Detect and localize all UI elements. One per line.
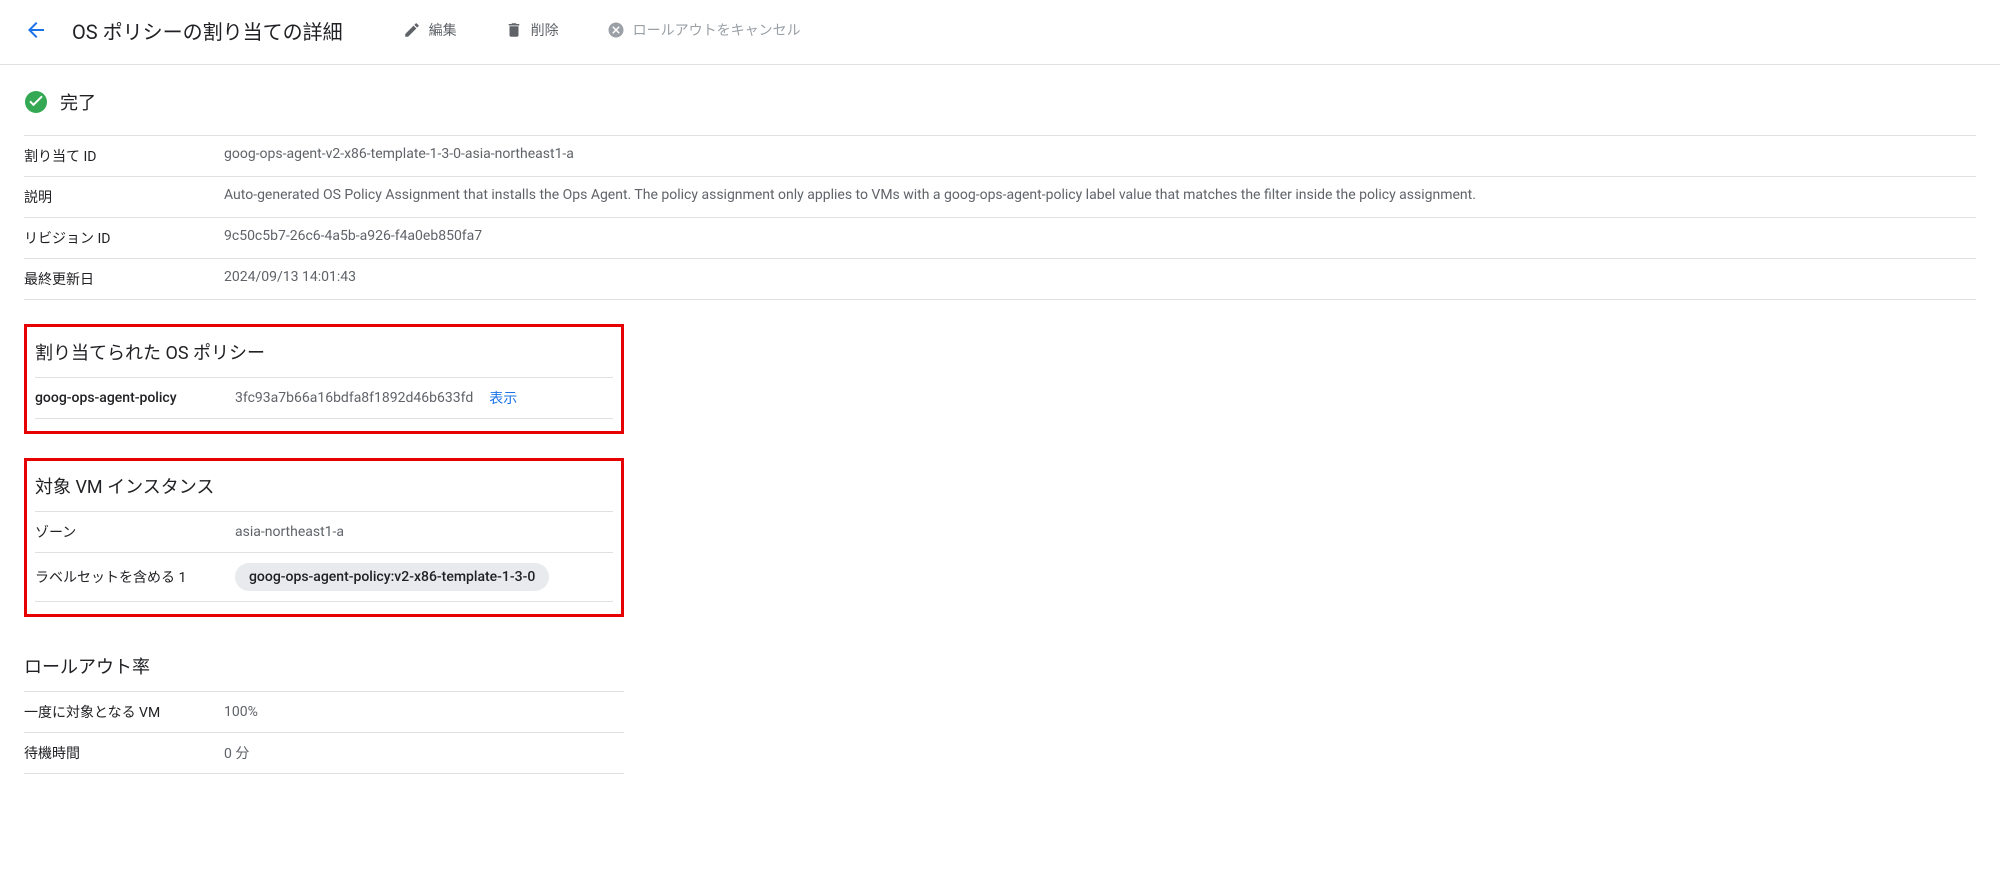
delete-label: 削除: [531, 20, 559, 40]
description-row: 説明 Auto-generated OS Policy Assignment t…: [24, 177, 1976, 218]
rollout-title: ロールアウト率: [24, 645, 624, 679]
revision-id-value: 9c50c5b7-26c6-4a5b-a926-f4a0eb850fa7: [224, 218, 1976, 259]
back-arrow-icon: [24, 18, 48, 42]
policy-row: goog-ops-agent-policy 3fc93a7b66a16bdfa8…: [35, 377, 613, 419]
revision-id-label: リビジョン ID: [24, 218, 224, 259]
edit-label: 編集: [429, 20, 457, 40]
last-updated-row: 最終更新日 2024/09/13 14:01:43: [24, 259, 1976, 300]
status-row: 完了: [24, 89, 1976, 115]
wait-time-value: 0 分: [224, 733, 624, 774]
page-title: OS ポリシーの割り当ての詳細: [72, 16, 343, 45]
rollout-section: ロールアウト率 一度に対象となる VM 100% 待機時間 0 分: [24, 645, 624, 774]
wait-time-row: 待機時間 0 分: [24, 733, 624, 774]
assignment-id-row: 割り当て ID goog-ops-agent-v2-x86-template-1…: [24, 136, 1976, 177]
vm-at-once-row: 一度に対象となる VM 100%: [24, 692, 624, 733]
edit-button[interactable]: 編集: [391, 12, 469, 48]
policy-name: goog-ops-agent-policy: [35, 390, 235, 406]
cancel-icon: [607, 21, 625, 39]
labelset-value: goog-ops-agent-policy:v2-x86-template-1-…: [235, 553, 613, 602]
policy-show-link[interactable]: 表示: [489, 388, 517, 408]
assigned-policies-section: 割り当てられた OS ポリシー goog-ops-agent-policy 3f…: [24, 324, 624, 434]
status-text: 完了: [60, 89, 96, 115]
labelset-chip: goog-ops-agent-policy:v2-x86-template-1-…: [235, 563, 549, 591]
cancel-label: ロールアウトをキャンセル: [633, 20, 801, 40]
assignment-id-label: 割り当て ID: [24, 136, 224, 177]
cancel-rollout-button: ロールアウトをキャンセル: [595, 12, 813, 48]
policy-hash: 3fc93a7b66a16bdfa8f1892d46b633fd: [235, 390, 473, 406]
vm-at-once-label: 一度に対象となる VM: [24, 692, 224, 733]
vm-table: ゾーン asia-northeast1-a ラベルセットを含める 1 goog-…: [35, 511, 613, 602]
last-updated-label: 最終更新日: [24, 259, 224, 300]
target-vm-section: 対象 VM インスタンス ゾーン asia-northeast1-a ラベルセッ…: [24, 458, 624, 617]
labelset-row: ラベルセットを含める 1 goog-ops-agent-policy:v2-x8…: [35, 553, 613, 602]
details-table: 割り当て ID goog-ops-agent-v2-x86-template-1…: [24, 135, 1976, 300]
edit-icon: [403, 21, 421, 39]
delete-icon: [505, 21, 523, 39]
content-area: 完了 割り当て ID goog-ops-agent-v2-x86-templat…: [0, 65, 2000, 798]
zone-label: ゾーン: [35, 512, 235, 553]
target-vm-title: 対象 VM インスタンス: [35, 465, 613, 499]
back-button[interactable]: [24, 18, 48, 42]
assigned-policies-title: 割り当てられた OS ポリシー: [35, 331, 613, 365]
delete-button[interactable]: 削除: [493, 12, 571, 48]
success-icon: [24, 90, 48, 114]
page-header: OS ポリシーの割り当ての詳細 編集 削除 ロールアウトをキャンセル: [0, 0, 2000, 65]
rollout-table: 一度に対象となる VM 100% 待機時間 0 分: [24, 691, 624, 774]
zone-row: ゾーン asia-northeast1-a: [35, 512, 613, 553]
revision-id-row: リビジョン ID 9c50c5b7-26c6-4a5b-a926-f4a0eb8…: [24, 218, 1976, 259]
last-updated-value: 2024/09/13 14:01:43: [224, 259, 1976, 300]
assignment-id-value: goog-ops-agent-v2-x86-template-1-3-0-asi…: [224, 136, 1976, 177]
vm-at-once-value: 100%: [224, 692, 624, 733]
labelset-label: ラベルセットを含める 1: [35, 553, 235, 602]
zone-value: asia-northeast1-a: [235, 512, 613, 553]
description-value: Auto-generated OS Policy Assignment that…: [224, 177, 1976, 218]
wait-time-label: 待機時間: [24, 733, 224, 774]
description-label: 説明: [24, 177, 224, 218]
